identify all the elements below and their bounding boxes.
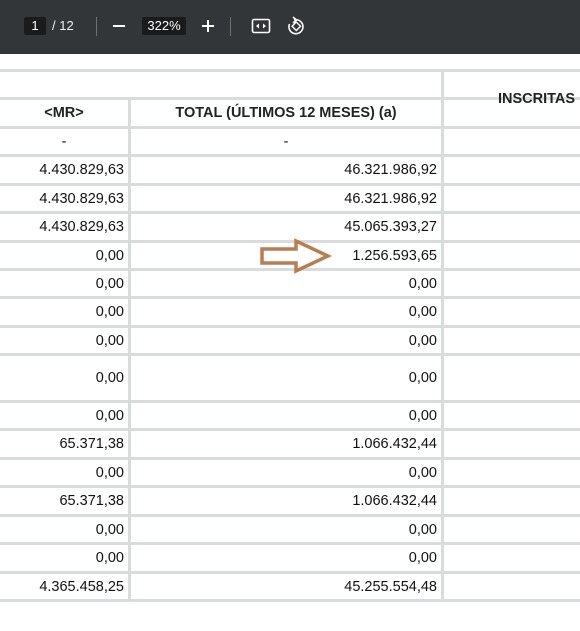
column-header-total: TOTAL (ÚLTIMOS 12 MESES) (a) [175, 105, 397, 121]
grid-line [0, 599, 580, 602]
plus-icon [202, 20, 214, 32]
table-cell-mr: 4.430.829,63 [39, 219, 124, 235]
table-cell-total: 45.065.393,27 [344, 219, 437, 235]
table-cell-total: 46.321.986,92 [344, 162, 437, 178]
table-cell-total: 0,00 [408, 407, 437, 424]
minus-icon [113, 25, 125, 27]
rotate-button[interactable] [283, 13, 309, 39]
table-cell-total: 0,00 [408, 464, 437, 481]
table-cell-mr: 0,00 [95, 275, 124, 292]
table-cell-mr: 4.365.458,25 [39, 578, 124, 595]
zoom-out-button[interactable] [106, 13, 132, 39]
table-cell-total: 0,00 [408, 550, 437, 566]
right-arrow-icon [260, 238, 333, 279]
toolbar-divider [230, 17, 231, 36]
table-cell-total: 0,00 [408, 370, 437, 386]
toolbar-divider [96, 17, 97, 36]
zoom-in-button[interactable] [195, 13, 221, 39]
table-cell-mr: 0,00 [95, 332, 124, 349]
table-cell-mr: 0,00 [95, 464, 124, 481]
table-cell-mr: 0,00 [95, 304, 124, 320]
table-cell-total: 0,00 [408, 332, 437, 349]
zoom-level-input[interactable]: 322% [142, 17, 186, 35]
table-cell-mr: - [61, 133, 67, 150]
table-cell-total: 46.321.986,92 [344, 190, 437, 207]
table-cell-total: 1.066.432,44 [352, 493, 437, 509]
table-cell-mr: 0,00 [95, 247, 124, 264]
table-cell-mr: 4.430.829,63 [39, 162, 124, 178]
page-total-label: / 12 [52, 18, 74, 33]
rotate-icon [288, 16, 304, 35]
table-cell-mr: 4.430.829,63 [39, 190, 124, 207]
fit-to-page-icon [251, 18, 271, 34]
fit-to-page-button[interactable] [248, 13, 274, 39]
table-cell-mr: 0,00 [95, 407, 124, 424]
table-cell-mr: 65.371,38 [59, 493, 124, 509]
page-number-input[interactable]: 1 [24, 17, 46, 35]
table-cell-total: 0,00 [408, 521, 437, 538]
table-cell-mr: 65.371,38 [59, 436, 124, 452]
table-cell-mr: 0,00 [95, 550, 124, 566]
column-header-mr: <MR> [44, 105, 84, 121]
grid-line [441, 69, 444, 602]
table-cell-total: 1.066.432,44 [352, 436, 437, 452]
table-cell-mr: 0,00 [95, 521, 124, 538]
pdf-toolbar: 1 / 12 322% [0, 0, 580, 54]
table-cell-total: 45.255.554,48 [344, 578, 437, 595]
table-cell-total: - [283, 133, 289, 150]
column-header-group: INSCRITAS [498, 91, 576, 107]
table-cell-total: 0,00 [408, 304, 437, 320]
table-cell-mr: 0,00 [95, 370, 124, 386]
